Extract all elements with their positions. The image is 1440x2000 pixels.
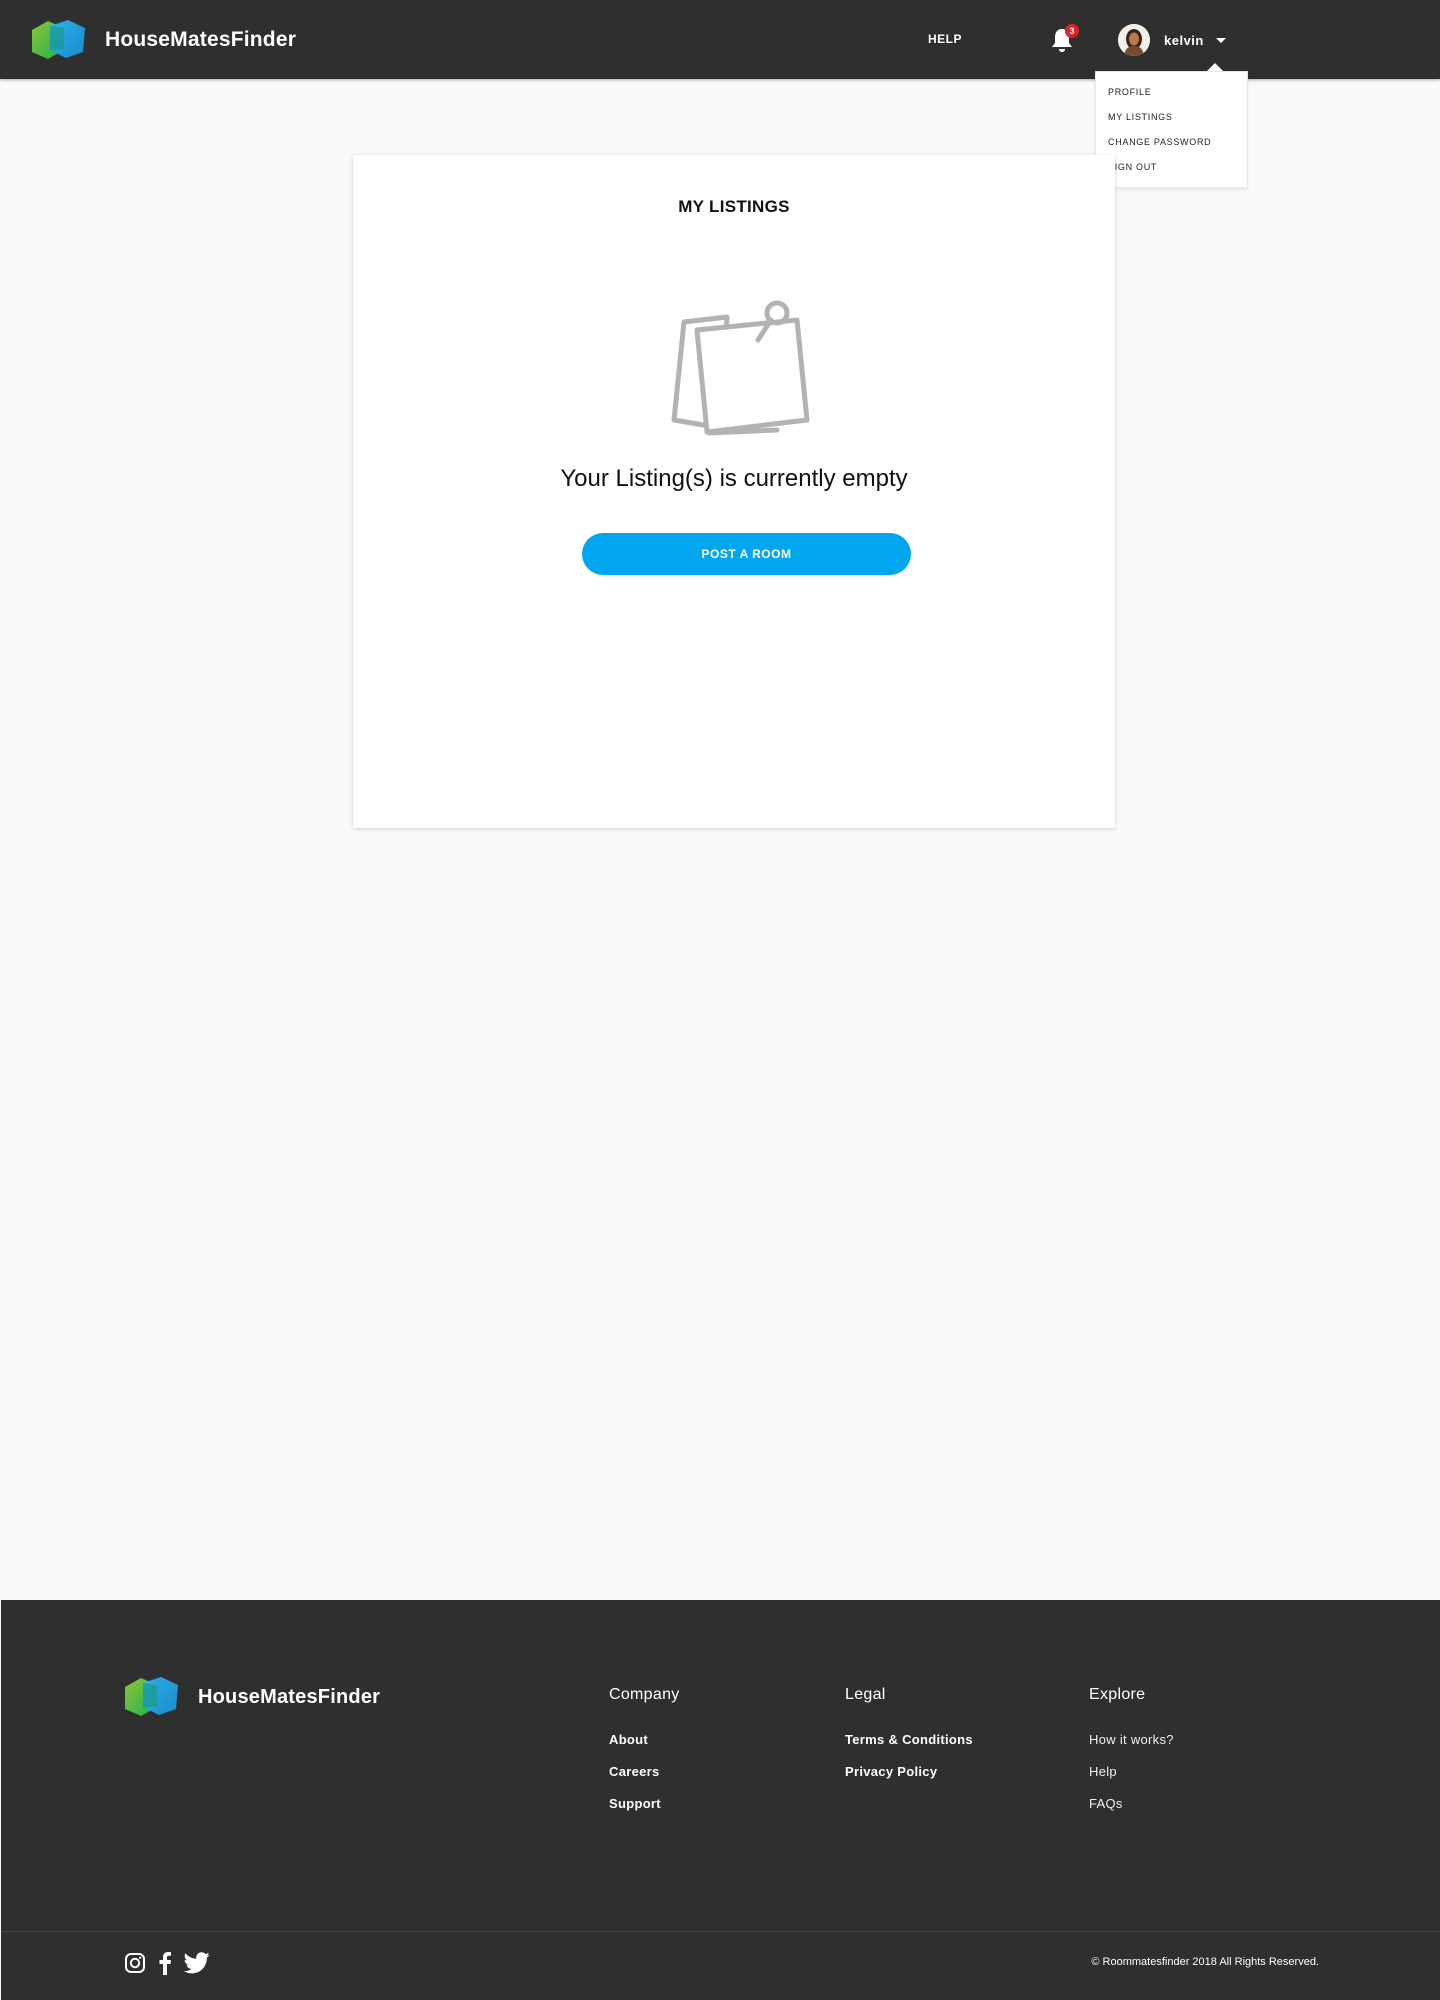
footer-link-privacy[interactable]: Privacy Policy (845, 1764, 973, 1796)
footer-brand[interactable]: HouseMatesFinder (121, 1674, 380, 1720)
menu-item-profile[interactable]: PROFILE (1096, 80, 1247, 105)
user-dropdown-menu: PROFILE MY LISTINGS CHANGE PASSWORD SIGN… (1095, 71, 1248, 188)
top-navbar: HouseMatesFinder HELP 3 kelvin (0, 0, 1440, 79)
footer-link-terms[interactable]: Terms & Conditions (845, 1732, 973, 1764)
empty-notes-icon (671, 300, 810, 436)
notification-count-badge: 3 (1065, 24, 1079, 38)
footer-link-about[interactable]: About (609, 1732, 680, 1764)
menu-item-change-password[interactable]: CHANGE PASSWORD (1096, 130, 1247, 155)
footer-divider (1, 1931, 1440, 1932)
footer-brand-name: HouseMatesFinder (198, 1685, 381, 1708)
menu-item-sign-out[interactable]: SIGN OUT (1096, 155, 1247, 180)
footer-column-company: Company About Careers Support (609, 1686, 680, 1828)
copyright-text: © Roommatesfinder 2018 All Rights Reserv… (1091, 1956, 1319, 1968)
facebook-icon[interactable] (158, 1951, 172, 1975)
brand-name: HouseMatesFinder (105, 28, 297, 51)
footer-column-legal: Legal Terms & Conditions Privacy Policy (845, 1686, 973, 1796)
menu-item-my-listings[interactable]: MY LISTINGS (1096, 105, 1247, 130)
avatar (1118, 24, 1150, 56)
footer-logo-icon (125, 1677, 178, 1716)
site-footer: HouseMatesFinder Company About Careers S… (1, 1600, 1440, 2000)
post-a-room-button[interactable]: POST A ROOM (582, 533, 911, 575)
brand-logo-icon (32, 20, 85, 59)
footer-heading: Company (609, 1686, 680, 1703)
brand-home-link[interactable]: HouseMatesFinder (28, 17, 296, 63)
footer-link-how-it-works[interactable]: How it works? (1089, 1732, 1174, 1764)
my-listings-card: MY LISTINGS Your Listing(s) is currently… (353, 155, 1115, 828)
footer-link-careers[interactable]: Careers (609, 1764, 680, 1796)
twitter-icon[interactable] (184, 1952, 210, 1974)
social-links (124, 1951, 222, 1975)
user-avatar-icon (1118, 24, 1150, 56)
user-menu-toggle[interactable]: kelvin (1118, 24, 1226, 56)
footer-link-help[interactable]: Help (1089, 1764, 1174, 1796)
footer-heading: Explore (1089, 1686, 1146, 1703)
page-title: MY LISTINGS (678, 197, 790, 216)
footer-heading: Legal (845, 1686, 886, 1703)
footer-link-faqs[interactable]: FAQs (1089, 1796, 1174, 1828)
instagram-icon[interactable] (124, 1952, 146, 1974)
help-link[interactable]: HELP (928, 32, 962, 46)
empty-state-message: Your Listing(s) is currently empty (560, 465, 908, 492)
user-name: kelvin (1164, 32, 1204, 48)
footer-column-explore: Explore How it works? Help FAQs (1089, 1686, 1174, 1828)
chevron-down-icon (1215, 37, 1226, 43)
footer-link-support[interactable]: Support (609, 1796, 680, 1828)
